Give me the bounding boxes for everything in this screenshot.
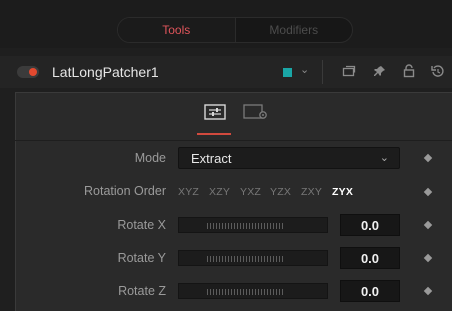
- rotation-order-yxz[interactable]: YXZ: [240, 186, 261, 198]
- lock-icon[interactable]: [400, 62, 418, 80]
- inspector-panel: [15, 92, 452, 311]
- slider-ticks: [207, 223, 283, 229]
- gear-settings-icon: [243, 104, 267, 119]
- mode-label: Mode: [134, 151, 166, 165]
- rotate-z-label: Rotate Z: [118, 284, 166, 298]
- header-divider: [322, 60, 323, 84]
- tab-modifiers[interactable]: Modifiers: [234, 18, 353, 42]
- mode-value: Extract: [191, 151, 232, 166]
- rotation-order-label: Rotation Order: [84, 184, 166, 198]
- rotate-x-slider[interactable]: [178, 217, 328, 233]
- reset-icon[interactable]: [429, 62, 447, 80]
- node-name[interactable]: LatLongPatcher1: [52, 64, 159, 80]
- rotate-y-input[interactable]: 0.0: [340, 247, 400, 269]
- mode-dropdown[interactable]: Extract ⌄: [178, 147, 400, 169]
- slider-ticks: [207, 256, 283, 262]
- node-color-swatch[interactable]: [283, 68, 292, 77]
- settings-tab[interactable]: [243, 104, 267, 120]
- rotate-y-slider[interactable]: [178, 250, 328, 266]
- rotation-order-zyx[interactable]: ZYX: [332, 186, 353, 198]
- tab-tools[interactable]: Tools: [118, 18, 235, 42]
- rotation-order-xyz[interactable]: XYZ: [178, 186, 199, 198]
- chevron-down-icon: ⌄: [379, 152, 389, 164]
- rotate-y-label: Rotate Y: [117, 251, 166, 265]
- rotation-order-zxy[interactable]: ZXY: [301, 186, 322, 198]
- window-icon[interactable]: [340, 62, 358, 80]
- rotate-x-input[interactable]: 0.0: [340, 214, 400, 236]
- controls-tab[interactable]: [204, 104, 226, 120]
- rotate-z-input[interactable]: 0.0: [340, 280, 400, 302]
- tools-modifiers-switch: Tools Modifiers: [117, 17, 353, 43]
- pin-icon[interactable]: [370, 62, 388, 80]
- chevron-down-icon[interactable]: ⌄: [300, 63, 309, 76]
- sliders-icon: [204, 104, 226, 120]
- rotate-z-slider[interactable]: [178, 283, 328, 299]
- rotation-order-xzy[interactable]: XZY: [209, 186, 230, 198]
- rotate-x-label: Rotate X: [117, 218, 166, 232]
- rotation-order-yzx[interactable]: YZX: [270, 186, 291, 198]
- slider-ticks: [207, 289, 283, 295]
- top-bar: Tools Modifiers: [0, 0, 452, 48]
- active-tab-indicator: [197, 133, 231, 135]
- enable-toggle-icon[interactable]: [17, 66, 39, 78]
- panel-divider: [15, 140, 452, 141]
